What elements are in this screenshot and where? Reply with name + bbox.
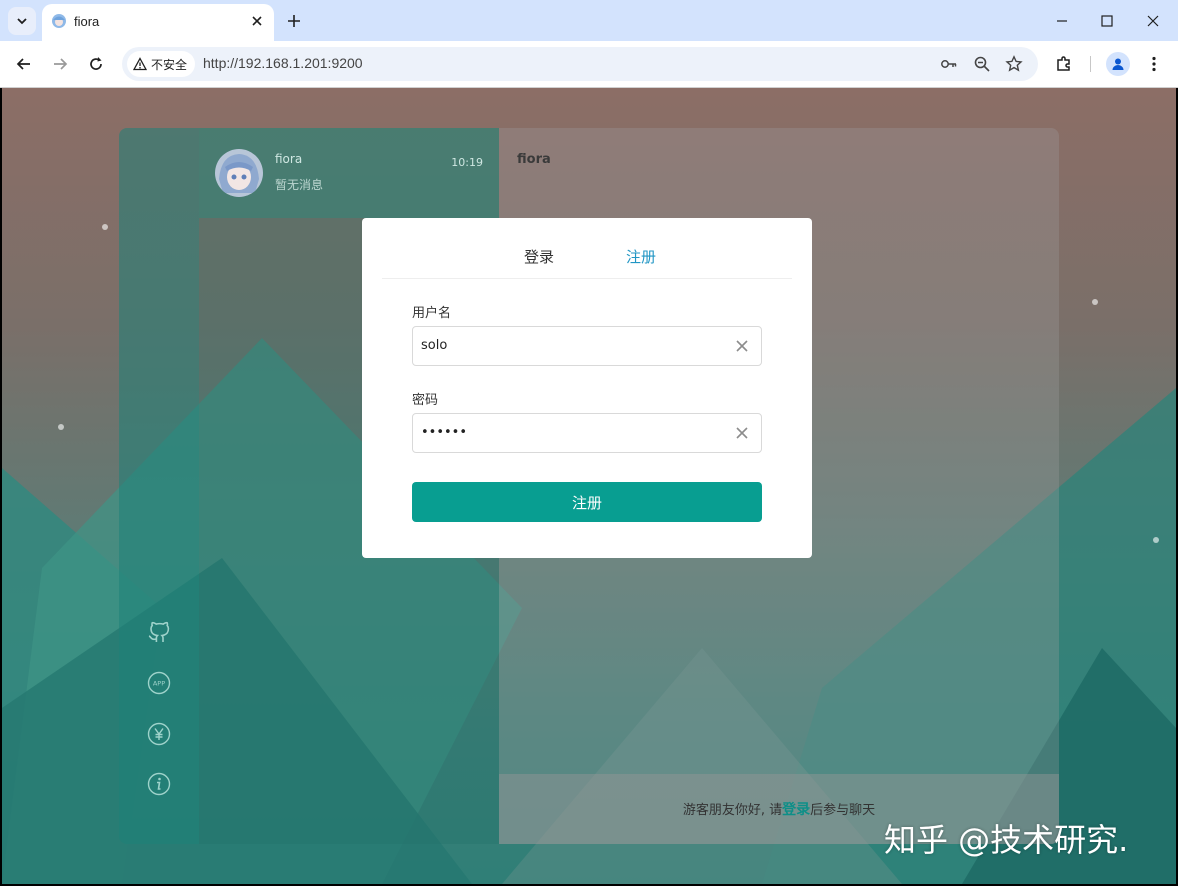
fiora-favicon-icon: [52, 14, 66, 28]
app-sidebar: APP: [119, 128, 199, 844]
toolbar-divider: [1090, 56, 1091, 72]
chat-title: fiora: [517, 152, 551, 167]
conversation-preview: 暂无消息: [275, 178, 324, 192]
browser-tab[interactable]: fiora: [42, 4, 274, 41]
login-link[interactable]: 登录: [782, 802, 810, 818]
app-download-icon[interactable]: APP: [147, 671, 171, 695]
reload-icon[interactable]: [86, 54, 106, 74]
decor-dot: [1092, 299, 1098, 305]
security-label: 不安全: [151, 57, 188, 72]
username-value: solo: [421, 338, 448, 353]
tab-register[interactable]: 注册: [626, 246, 656, 267]
browser-tab-bar: fiora: [0, 0, 1178, 41]
username-input[interactable]: solo: [412, 326, 762, 366]
extensions-puzzle-icon[interactable]: [1054, 54, 1074, 74]
decor-dot: [1153, 537, 1159, 543]
username-label: 用户名: [412, 306, 452, 321]
password-value: ••••••: [421, 425, 468, 440]
maximize-icon[interactable]: [1097, 11, 1117, 31]
auth-tabs: 登录 注册: [382, 218, 792, 279]
avatar: [215, 149, 263, 197]
clear-icon[interactable]: [735, 426, 749, 440]
info-icon[interactable]: [147, 772, 171, 796]
svg-text:APP: APP: [153, 680, 165, 688]
register-button[interactable]: 注册: [412, 482, 762, 522]
github-icon[interactable]: [147, 620, 171, 644]
decor-dot: [102, 224, 108, 230]
tab-title: fiora: [74, 14, 100, 29]
close-tab-icon[interactable]: [249, 13, 265, 29]
person-icon: [1112, 58, 1124, 70]
minimize-icon[interactable]: [1052, 11, 1072, 31]
password-key-icon[interactable]: [940, 55, 958, 73]
zoom-icon[interactable]: [973, 55, 991, 73]
yen-icon[interactable]: [147, 722, 171, 746]
security-indicator[interactable]: 不安全: [127, 51, 196, 77]
address-bar[interactable]: 不安全 http://192.168.1.201:9200: [122, 47, 1038, 81]
url-text[interactable]: http://192.168.1.201:9200: [203, 55, 363, 71]
warning-icon: [133, 57, 147, 71]
watermark: 知乎 @技术研究.: [884, 821, 1129, 859]
guest-notice-suffix: 后参与聊天: [810, 803, 876, 818]
avatar-image-icon: [215, 149, 263, 197]
password-label: 密码: [412, 393, 439, 408]
browser-toolbar: 不安全 http://192.168.1.201:9200: [0, 41, 1178, 88]
bookmark-star-icon[interactable]: [1005, 55, 1023, 73]
conversation-name: fiora: [275, 152, 303, 166]
guest-notice-prefix: 游客朋友你好, 请: [682, 803, 783, 818]
conversation-item[interactable]: fiora 10:19 暂无消息: [199, 128, 499, 218]
decor-dot: [58, 424, 64, 430]
tab-search-button[interactable]: [8, 7, 36, 35]
auth-dialog: 登录 注册 用户名 solo 密码 •••••• 注册: [362, 218, 812, 558]
chevron-down-icon: [17, 18, 27, 25]
more-menu-icon[interactable]: [1144, 54, 1164, 74]
back-arrow-icon[interactable]: [14, 54, 34, 74]
password-input[interactable]: ••••••: [412, 413, 762, 453]
tab-login[interactable]: 登录: [524, 246, 554, 267]
forward-arrow-icon[interactable]: [50, 54, 70, 74]
profile-avatar[interactable]: [1106, 52, 1130, 76]
conversation-time: 10:19: [451, 156, 483, 169]
close-window-icon[interactable]: [1143, 11, 1163, 31]
new-tab-icon[interactable]: [284, 11, 304, 31]
clear-icon[interactable]: [735, 339, 749, 353]
